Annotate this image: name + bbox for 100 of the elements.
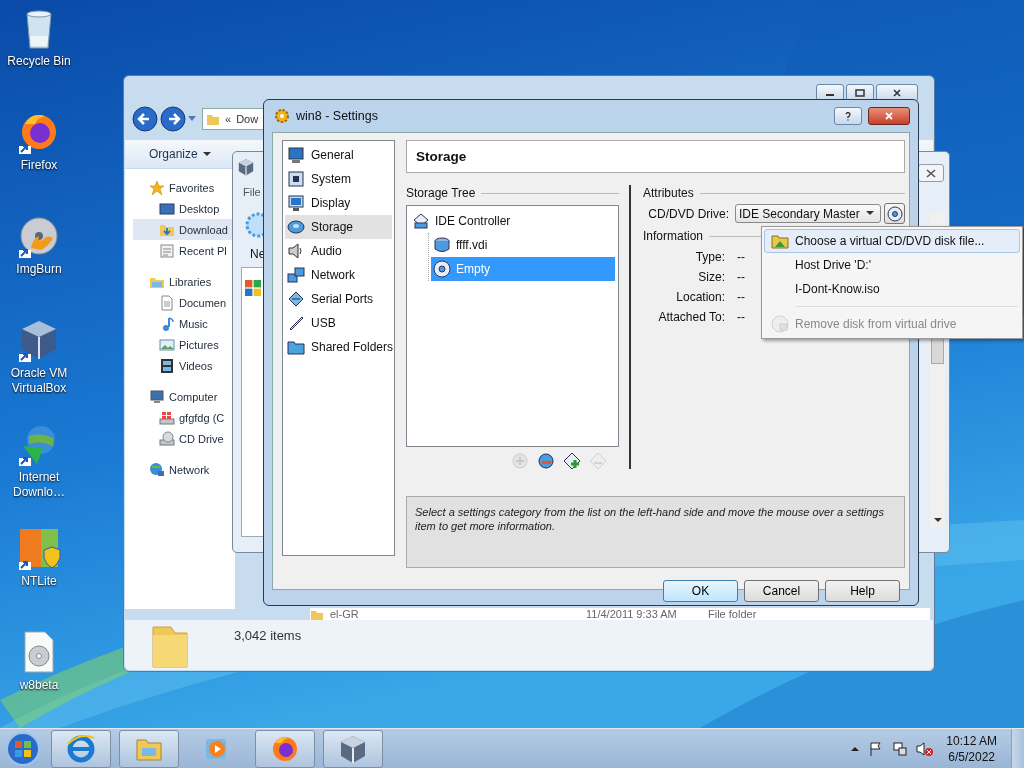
category-item[interactable]: Display bbox=[285, 191, 392, 215]
section-label: Storage Tree bbox=[406, 186, 476, 200]
disc-menu-button[interactable] bbox=[884, 203, 905, 224]
network-icon bbox=[287, 266, 305, 284]
clock[interactable]: 10:12 AM 6/5/2022 bbox=[946, 732, 997, 765]
nav-item[interactable]: gfgfdg (C bbox=[159, 407, 235, 428]
document-icon bbox=[159, 294, 175, 311]
hard-disk-icon bbox=[433, 236, 451, 254]
nav-item[interactable]: Download bbox=[133, 219, 235, 240]
nav-item[interactable]: Network bbox=[149, 459, 235, 480]
picture-icon bbox=[159, 336, 175, 353]
dialog-button[interactable]: Cancel bbox=[744, 580, 819, 602]
star-icon bbox=[149, 179, 165, 196]
shield-icon[interactable] bbox=[17, 526, 61, 570]
folder-icon bbox=[287, 338, 305, 356]
close-button[interactable] bbox=[868, 107, 910, 125]
drive-dropdown[interactable]: IDE Secondary Master bbox=[735, 204, 881, 223]
browser-icon[interactable] bbox=[51, 729, 111, 768]
nav-item[interactable]: Videos bbox=[159, 355, 235, 376]
computer-icon bbox=[149, 388, 165, 405]
usb-icon bbox=[287, 314, 305, 332]
caret-icon bbox=[866, 211, 874, 216]
arrow-down-icon[interactable] bbox=[933, 518, 942, 523]
close-button[interactable] bbox=[918, 164, 944, 182]
info-label: Location: bbox=[675, 290, 725, 304]
controller-icon bbox=[412, 212, 430, 230]
section-label: Attributes bbox=[643, 186, 694, 200]
category-item[interactable]: Audio bbox=[285, 239, 392, 263]
info-value: -- bbox=[737, 290, 745, 304]
info-label: Attached To: bbox=[657, 310, 725, 324]
info-label: Size: bbox=[697, 270, 725, 284]
desktop-icon-label[interactable]: NTLite bbox=[4, 574, 74, 589]
speaker-icon bbox=[287, 242, 305, 260]
file-type: File folder bbox=[708, 609, 757, 620]
gear-icon bbox=[274, 108, 290, 124]
page-title: Storage bbox=[416, 149, 467, 164]
remove-controller-icon[interactable] bbox=[537, 452, 555, 470]
desktop-icon-label[interactable]: Firefox bbox=[4, 158, 74, 173]
desktop-icon-label[interactable]: Recycle Bin bbox=[4, 54, 74, 69]
cube-icon bbox=[237, 158, 255, 176]
nav-item[interactable]: Libraries bbox=[149, 271, 235, 292]
caret-icon[interactable] bbox=[188, 116, 196, 122]
speaker-muted-icon[interactable] bbox=[916, 740, 935, 757]
category-item[interactable]: General bbox=[285, 143, 392, 167]
nav-item[interactable]: Desktop bbox=[159, 198, 235, 219]
window-title: win8 - Settings bbox=[296, 109, 378, 123]
add-attachment-icon[interactable] bbox=[563, 452, 581, 470]
tree-item[interactable]: ffff.vdi bbox=[431, 233, 615, 257]
category-item[interactable]: Shared Folders bbox=[285, 335, 392, 359]
disc-icon[interactable] bbox=[17, 214, 61, 258]
firefox-icon[interactable] bbox=[255, 729, 315, 768]
forward-button[interactable] bbox=[160, 106, 186, 132]
folder-icon[interactable] bbox=[119, 729, 179, 768]
maximize-icon bbox=[855, 89, 865, 97]
nav-item[interactable]: Pictures bbox=[159, 334, 235, 355]
info-label: Type: bbox=[694, 250, 725, 264]
nav-item[interactable]: Computer bbox=[149, 386, 235, 407]
nav-item[interactable]: Documen bbox=[159, 292, 235, 313]
menu-item[interactable]: I-Dont-Know.iso bbox=[764, 277, 1020, 301]
dialog-button[interactable]: OK bbox=[663, 580, 738, 602]
category-item[interactable]: Network bbox=[285, 263, 392, 287]
help-button[interactable] bbox=[834, 107, 862, 125]
folder-icon bbox=[771, 232, 789, 250]
start-button[interactable] bbox=[3, 729, 43, 768]
windows-logo-icon bbox=[245, 280, 261, 296]
nav-item[interactable]: Music bbox=[159, 313, 235, 334]
document-list-icon bbox=[159, 242, 175, 259]
monitor-icon bbox=[287, 146, 305, 164]
close-icon bbox=[925, 168, 937, 178]
tree-item[interactable]: IDE Controller bbox=[410, 209, 615, 233]
question-mark-icon bbox=[843, 111, 853, 121]
item-count: 3,042 items bbox=[234, 628, 302, 643]
nav-item[interactable]: Recent Pl bbox=[159, 240, 235, 261]
clock-time: 10:12 AM bbox=[946, 732, 997, 749]
info-value: -- bbox=[737, 310, 745, 324]
file-menu[interactable]: File bbox=[243, 186, 261, 198]
info-value: -- bbox=[737, 250, 745, 264]
category-item[interactable]: Serial Ports bbox=[285, 287, 392, 311]
menu-item[interactable]: Choose a virtual CD/DVD disk file... bbox=[764, 229, 1020, 253]
disk-icon bbox=[287, 218, 305, 236]
cd-icon bbox=[433, 260, 451, 278]
menu-item[interactable]: Host Drive 'D:' bbox=[764, 253, 1020, 277]
desktop-icon-label[interactable]: Internet Downlo… bbox=[4, 470, 74, 500]
category-item[interactable]: System bbox=[285, 167, 392, 191]
network-icon[interactable] bbox=[892, 740, 909, 757]
category-item[interactable]: USB bbox=[285, 311, 392, 335]
category-item[interactable]: Storage bbox=[285, 215, 392, 239]
desktop-icon-label[interactable]: Oracle VM VirtualBox bbox=[4, 366, 74, 396]
cube-icon[interactable] bbox=[323, 729, 383, 768]
close-icon bbox=[884, 112, 894, 120]
nav-item[interactable]: Favorites bbox=[149, 177, 235, 198]
nav-item[interactable]: CD Drive bbox=[159, 428, 235, 449]
serial-port-icon bbox=[287, 290, 305, 308]
caret-icon bbox=[202, 151, 211, 157]
desktop-icon-label[interactable]: ImgBurn bbox=[4, 262, 74, 277]
organize-menu[interactable]: Organize bbox=[149, 147, 211, 161]
show-hidden-icons-button[interactable] bbox=[850, 744, 861, 753]
field-label: CD/DVD Drive: bbox=[647, 206, 729, 221]
dialog-button[interactable]: Help bbox=[825, 580, 900, 602]
back-button[interactable] bbox=[132, 106, 158, 132]
